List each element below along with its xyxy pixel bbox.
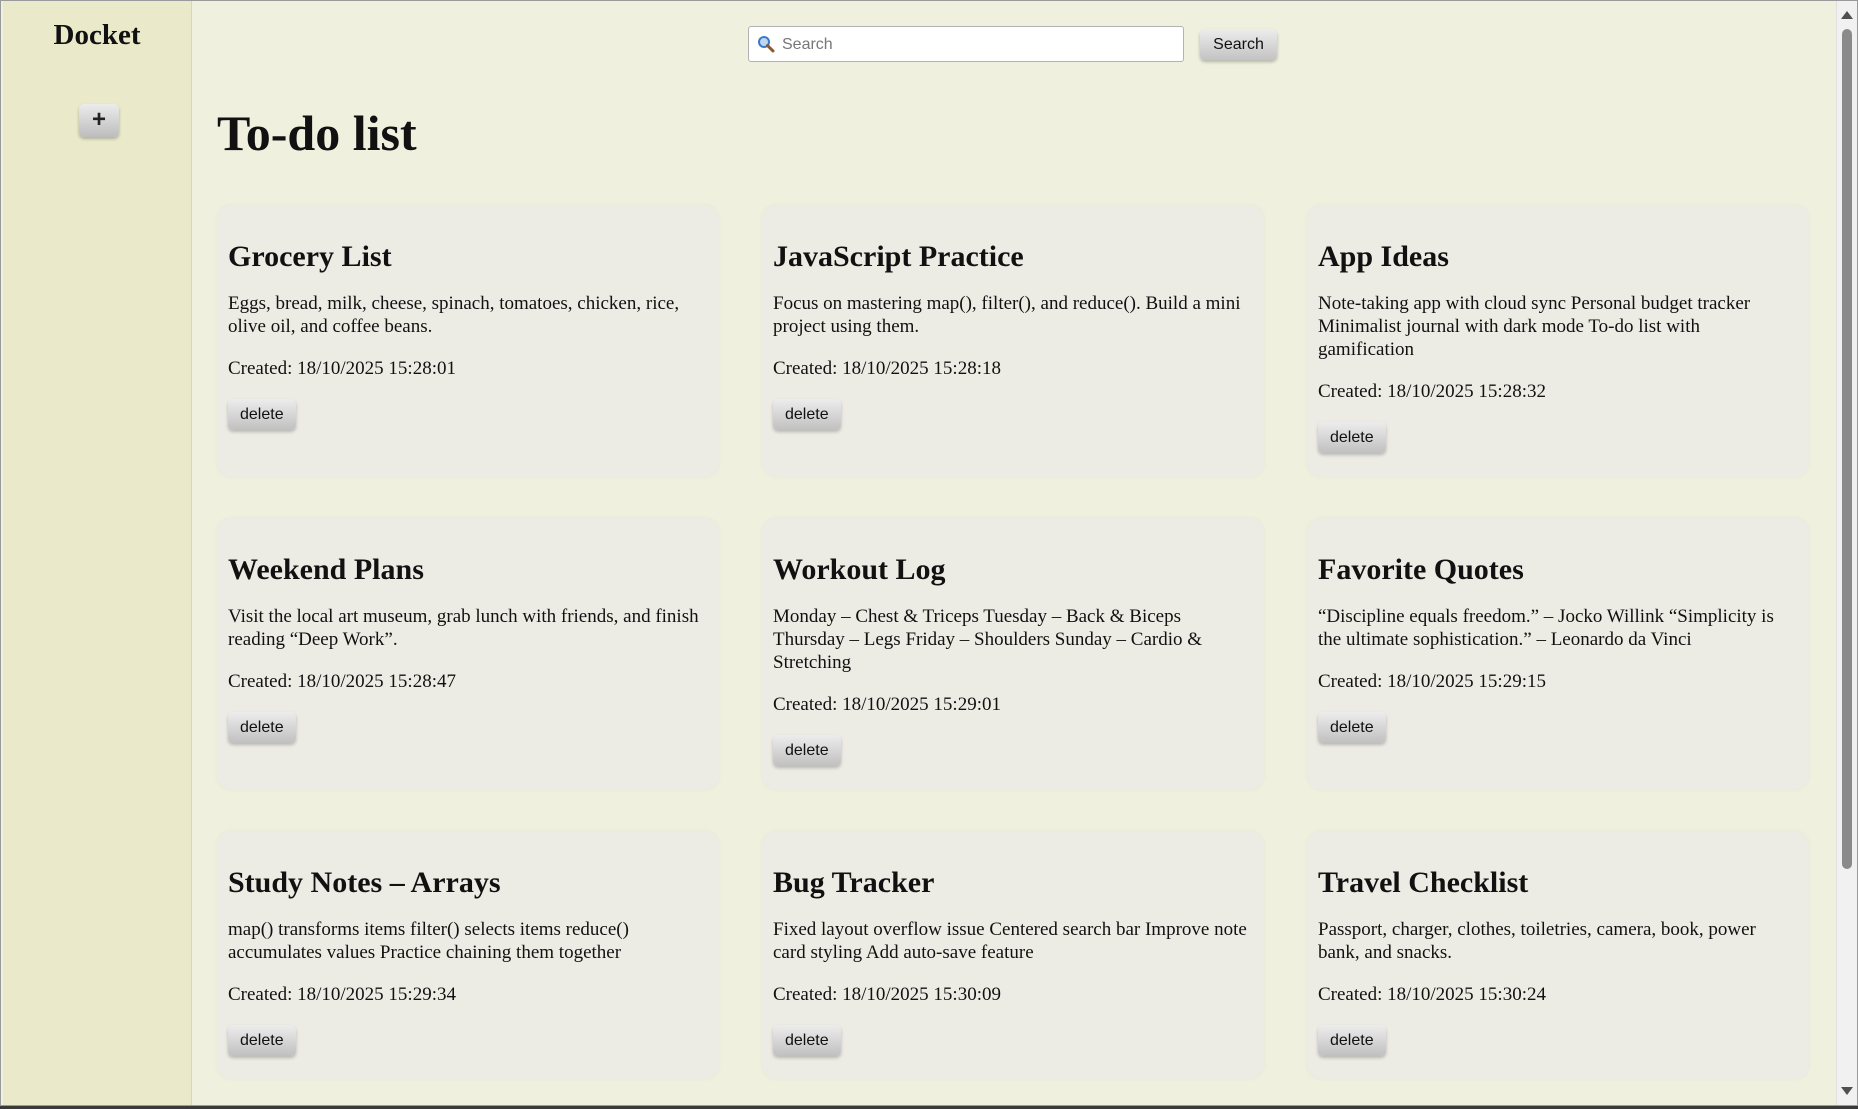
note-title: Favorite Quotes [1318,553,1524,586]
note-body: map() transforms items filter() selects … [228,919,629,963]
delete-button[interactable]: delete [1318,422,1386,453]
note-title: Grocery List [228,240,392,273]
note-title: Weekend Plans [228,553,424,586]
search-input[interactable] [780,30,1179,60]
note-body: Focus on mastering map(), filter(), and … [773,293,1241,337]
note-created-timestamp: Created: 18/10/2025 15:29:01 [773,694,1001,715]
brand-title: Docket [53,19,141,51]
note-created-timestamp: Created: 18/10/2025 15:30:09 [773,984,1001,1005]
note-card: App Ideas Note-taking app with cloud syn… [1307,205,1809,477]
note-created-timestamp: Created: 18/10/2025 15:28:01 [228,358,456,379]
note-title: Bug Tracker [773,866,935,899]
note-body: Passport, charger, clothes, toiletries, … [1318,919,1756,963]
note-title: Travel Checklist [1318,866,1529,899]
note-title: Study Notes – Arrays [228,866,501,899]
note-created-timestamp: Created: 18/10/2025 15:29:15 [1318,671,1546,692]
note-body: Visit the local art museum, grab lunch w… [228,606,699,650]
delete-button[interactable]: delete [228,712,296,743]
note-card: Workout Log Monday – Chest & Triceps Tue… [762,518,1264,790]
scroll-thumb[interactable] [1842,29,1852,869]
note-card: Grocery List Eggs, bread, milk, cheese, … [217,205,719,477]
note-card: Travel Checklist Passport, charger, clot… [1307,831,1809,1079]
scroll-up-arrow-icon[interactable] [1841,11,1853,19]
search-icon [758,36,775,53]
delete-button[interactable]: delete [228,399,296,430]
note-title: Workout Log [773,553,946,586]
delete-button[interactable]: delete [228,1025,296,1056]
note-card: Weekend Plans Visit the local art museum… [217,518,719,790]
note-card: Favorite Quotes “Discipline equals freed… [1307,518,1809,790]
note-body: Fixed layout overflow issue Centered sea… [773,919,1247,963]
sidebar: Docket + [3,1,192,1105]
main-content: Search To-do list Grocery List Eggs, bre… [192,1,1835,1105]
note-body: Note-taking app with cloud sync Personal… [1318,293,1751,360]
note-created-timestamp: Created: 18/10/2025 15:28:32 [1318,381,1546,402]
search-button[interactable]: Search [1200,29,1277,60]
note-body: Eggs, bread, milk, cheese, spinach, toma… [228,293,680,337]
note-created-timestamp: Created: 18/10/2025 15:29:34 [228,984,456,1005]
delete-button[interactable]: delete [1318,1025,1386,1056]
page-title: To-do list [217,105,417,161]
add-note-button[interactable]: + [79,104,119,137]
note-card: Bug Tracker Fixed layout overflow issue … [762,831,1264,1079]
note-created-timestamp: Created: 18/10/2025 15:30:24 [1318,984,1546,1005]
scroll-down-arrow-icon[interactable] [1841,1087,1853,1095]
delete-button[interactable]: delete [773,735,841,766]
delete-button[interactable]: delete [773,399,841,430]
note-card: Study Notes – Arrays map() transforms it… [217,831,719,1079]
delete-button[interactable]: delete [1318,712,1386,743]
notes-grid: Grocery List Eggs, bread, milk, cheese, … [217,205,1809,1079]
vertical-scrollbar[interactable] [1836,1,1857,1105]
note-created-timestamp: Created: 18/10/2025 15:28:18 [773,358,1001,379]
delete-button[interactable]: delete [773,1025,841,1056]
note-body: “Discipline equals freedom.” – Jocko Wil… [1318,606,1774,650]
app-window: Docket + Search To-do list Grocery List … [0,0,1858,1106]
note-card: JavaScript Practice Focus on mastering m… [762,205,1264,477]
search-bar[interactable] [748,26,1184,62]
note-title: JavaScript Practice [773,240,1024,273]
note-title: App Ideas [1318,240,1449,273]
note-body: Monday – Chest & Triceps Tuesday – Back … [773,606,1203,673]
note-created-timestamp: Created: 18/10/2025 15:28:47 [228,671,456,692]
